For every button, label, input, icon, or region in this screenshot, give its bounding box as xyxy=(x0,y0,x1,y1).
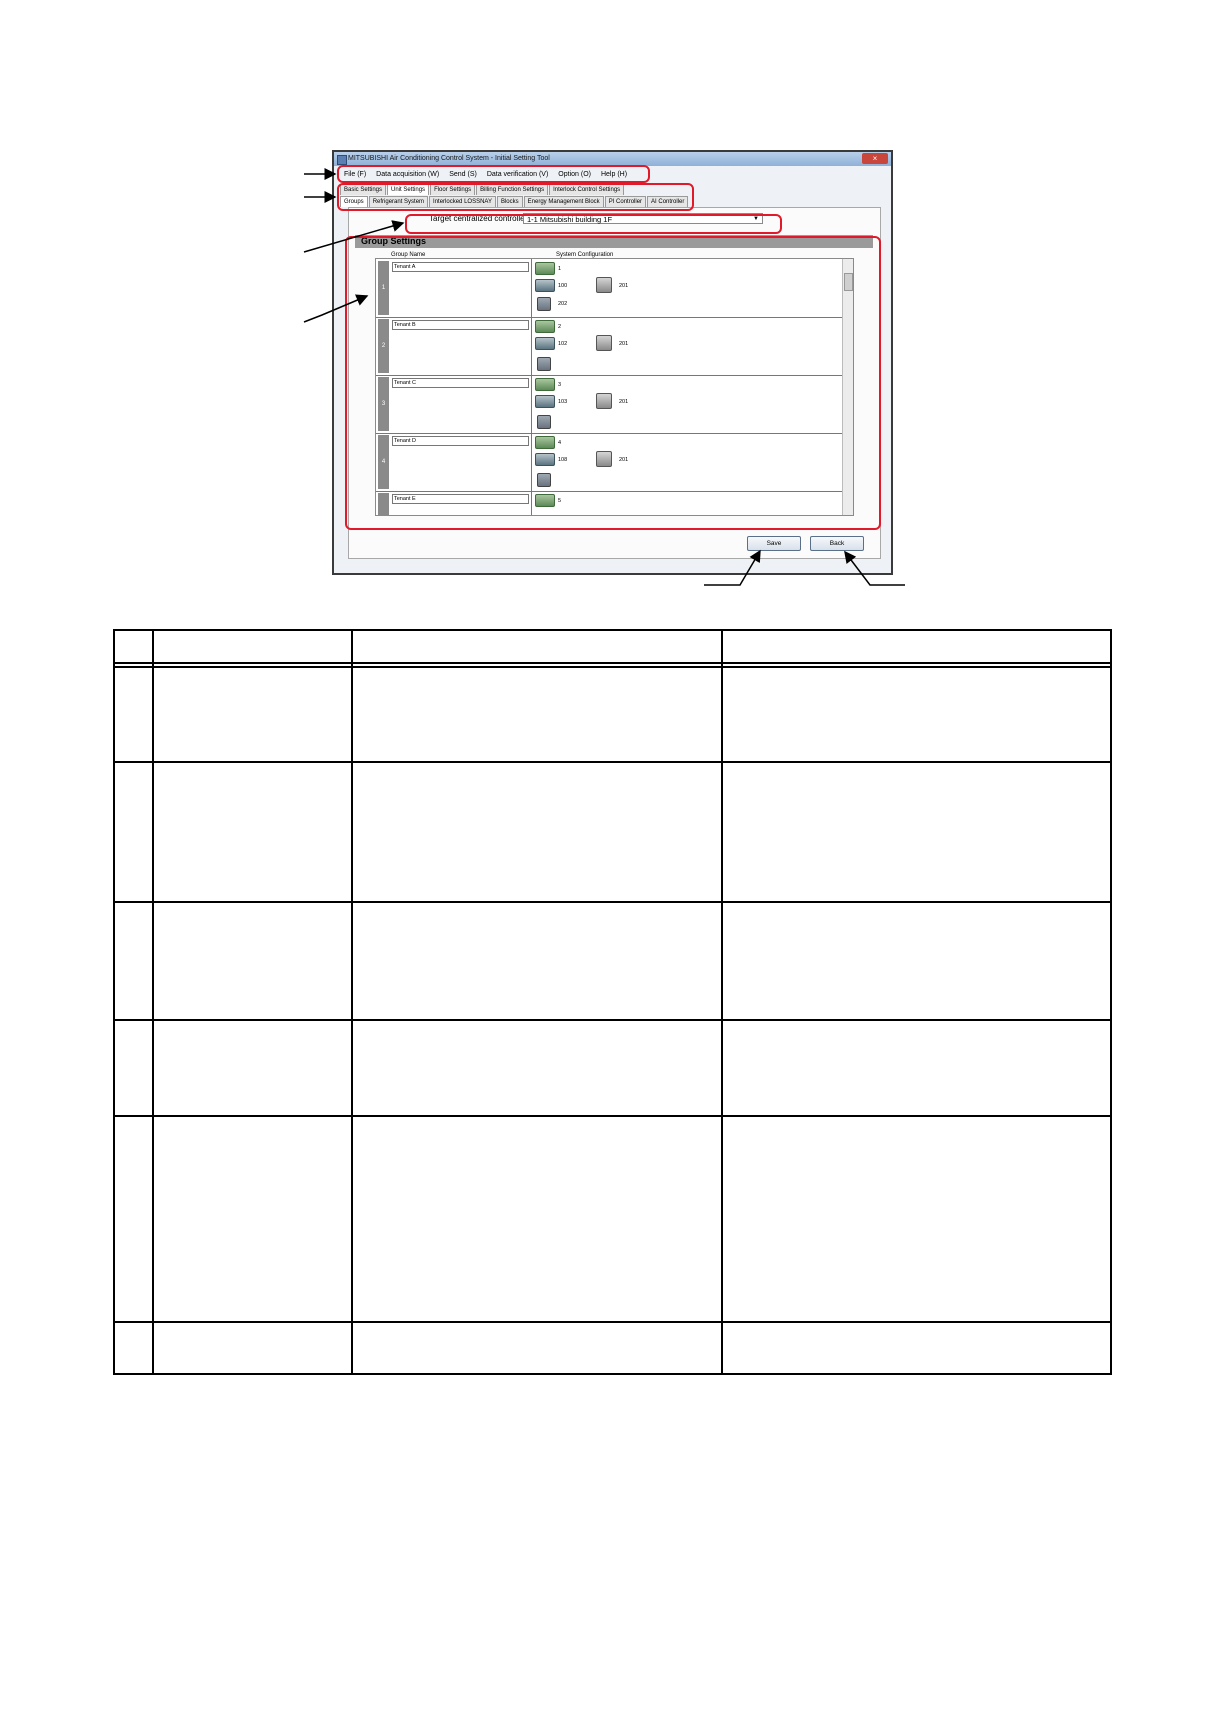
table-header-divider xyxy=(115,662,1110,664)
app-icon xyxy=(337,155,347,165)
menu-bar-highlight xyxy=(337,165,650,183)
description-table xyxy=(113,629,1112,1375)
table-row-divider xyxy=(115,1019,1110,1021)
table-divider xyxy=(721,631,723,1373)
window-title: MITSUBISHI Air Conditioning Control Syst… xyxy=(348,155,550,162)
title-bar: MITSUBISHI Air Conditioning Control Syst… xyxy=(334,152,891,166)
back-button[interactable]: Back xyxy=(810,536,864,551)
table-header-divider xyxy=(115,666,1110,668)
table-row-divider xyxy=(115,1115,1110,1117)
group-settings-highlight xyxy=(345,236,881,530)
table-divider xyxy=(152,631,154,1373)
table-divider xyxy=(351,631,353,1373)
table-row-divider xyxy=(115,761,1110,763)
table-row-divider xyxy=(115,901,1110,903)
save-button[interactable]: Save xyxy=(747,536,801,551)
target-controller-highlight xyxy=(405,214,782,234)
table-row-divider xyxy=(115,1321,1110,1323)
close-button[interactable]: × xyxy=(862,153,888,164)
tabs-highlight xyxy=(337,183,694,211)
